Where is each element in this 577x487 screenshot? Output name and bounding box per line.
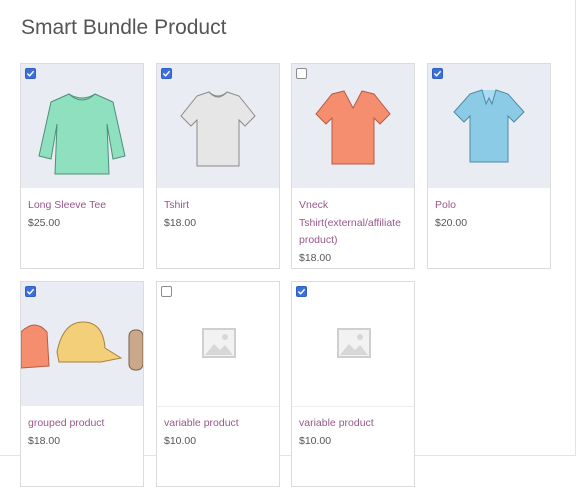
product-image-long-sleeve-tee: [21, 64, 143, 188]
product-card-vneck-tshirt[interactable]: Vneck Tshirt(external/affiliate product)…: [291, 63, 415, 269]
product-price: $10.00: [299, 434, 332, 447]
product-name[interactable]: Tshirt: [164, 197, 275, 215]
page-title: Smart Bundle Product: [21, 16, 227, 39]
product-image-polo: [428, 64, 550, 188]
product-card-variable-product[interactable]: variable product $10.00: [156, 281, 280, 487]
checkbox[interactable]: [161, 286, 172, 297]
product-image-grouped-product: [21, 282, 143, 406]
product-image-placeholder: [292, 282, 414, 407]
product-price: $18.00: [28, 434, 61, 447]
product-image-tshirt: [157, 64, 279, 188]
product-name[interactable]: Vneck Tshirt(external/affiliate product): [299, 197, 410, 250]
product-card-polo[interactable]: Polo $20.00: [427, 63, 551, 269]
product-image-placeholder: [157, 282, 279, 407]
product-name[interactable]: grouped product: [28, 415, 139, 433]
checkbox[interactable]: [432, 68, 443, 79]
product-card-long-sleeve-tee[interactable]: Long Sleeve Tee $25.00: [20, 63, 144, 269]
product-price: $10.00: [164, 434, 197, 447]
product-price: $20.00: [435, 216, 468, 229]
checkbox[interactable]: [25, 286, 36, 297]
product-name[interactable]: Polo: [435, 197, 546, 215]
product-name[interactable]: variable product: [299, 415, 410, 433]
checkbox[interactable]: [161, 68, 172, 79]
product-card-grouped-product[interactable]: grouped product $18.00: [20, 281, 144, 487]
product-card-variable-product-2[interactable]: variable product $10.00: [291, 281, 415, 487]
product-price: $25.00: [28, 216, 61, 229]
image-placeholder-icon: [337, 328, 371, 358]
product-price: $18.00: [299, 251, 332, 264]
product-name[interactable]: variable product: [164, 415, 275, 433]
product-card-tshirt[interactable]: Tshirt $18.00: [156, 63, 280, 269]
checkbox[interactable]: [296, 68, 307, 79]
checkbox[interactable]: [296, 286, 307, 297]
product-image-vneck-tshirt: [292, 64, 414, 188]
checkbox[interactable]: [25, 68, 36, 79]
image-placeholder-icon: [202, 328, 236, 358]
product-price: $18.00: [164, 216, 197, 229]
product-name[interactable]: Long Sleeve Tee: [28, 197, 139, 215]
